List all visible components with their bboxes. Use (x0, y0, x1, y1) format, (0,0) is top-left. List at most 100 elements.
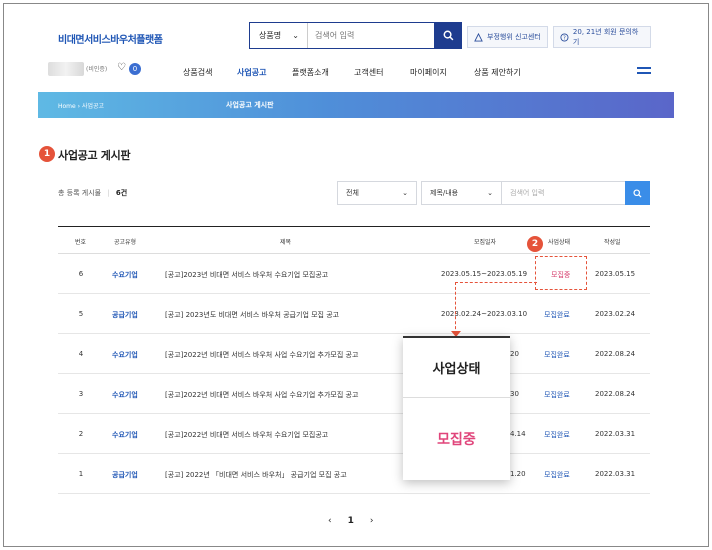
nav-item-platform-intro[interactable]: 플랫폼소개 (292, 67, 354, 78)
table-row[interactable]: 1 공급기업 [공고] 2022년 「비대면 서비스 바우처」 공급기업 모집 … (58, 454, 650, 494)
row-status: 모집완료 (544, 431, 570, 439)
row-type: 수요기업 (112, 431, 138, 439)
table-row[interactable]: 5 공급기업 [공고] 2023년도 비대면 서비스 바우처 공급기업 모집 공… (58, 294, 650, 334)
scope-select[interactable]: 전체 ⌄ (337, 181, 417, 205)
heart-icon[interactable]: ♡ (117, 62, 126, 73)
row-period: 30 (510, 390, 519, 398)
row-type: 공급기업 (112, 471, 138, 479)
row-title[interactable]: [공고]2022년 비대면 서비스 바우처 수요기업 모집공고 (165, 430, 328, 440)
row-number: 4 (78, 350, 84, 358)
row-number: 6 (78, 270, 84, 278)
row-status: 모집완료 (544, 311, 570, 319)
row-number: 1 (78, 470, 84, 478)
col-header-status: 사업상태 (548, 239, 571, 246)
row-period: 4.14 (510, 430, 526, 438)
zoom-callout: 사업상태 모집중 (403, 336, 510, 480)
report-center-label: 부정행위 신고센터 (487, 33, 541, 41)
row-date: 2022.03.31 (595, 430, 636, 438)
col-header-date: 작성일 (604, 239, 621, 246)
post-count-value: 6건 (115, 189, 128, 197)
col-header-type: 공고유형 (114, 239, 137, 246)
row-status: 모집완료 (544, 391, 570, 399)
user-name-blurred (48, 62, 84, 76)
search-button[interactable] (434, 22, 462, 49)
row-date: 2022.08.24 (595, 350, 636, 358)
col-header-period: 모집일자 (474, 239, 497, 246)
row-type: 수요기업 (112, 351, 138, 359)
row-period: 20 (510, 350, 519, 358)
row-number: 5 (78, 310, 84, 318)
search-input[interactable] (308, 23, 434, 48)
col-header-title: 제목 (280, 239, 292, 246)
next-page-icon[interactable]: › (370, 516, 374, 526)
nav-item-customer-center[interactable]: 고객센터 (354, 67, 410, 78)
search-category-label: 상품명 (259, 31, 282, 40)
nav-item-product-search[interactable]: 상품검색 (183, 67, 237, 78)
user-auth-status: (비인증) (86, 66, 108, 73)
search-icon (443, 30, 453, 41)
row-period: 2023.05.15~2023.05.19 (441, 270, 528, 278)
page-number-current[interactable]: 1 (348, 516, 354, 526)
row-date: 2022.03.31 (595, 470, 636, 478)
annotation-marker-1: 1 (39, 146, 55, 162)
nav-item-mypage[interactable]: 마이페이지 (410, 67, 474, 78)
search-bar: 상품명 ⌄ (249, 22, 462, 49)
svg-text:?: ? (563, 35, 566, 41)
row-period: 2023.02.24~2023.03.10 (441, 310, 528, 318)
zoom-callout-header: 사업상태 (403, 338, 510, 398)
chevron-down-icon: ⌄ (292, 31, 299, 40)
breadcrumb-home[interactable]: Home (58, 103, 76, 110)
row-number: 2 (78, 430, 84, 438)
row-number: 3 (78, 390, 84, 398)
post-count-label: 총 등록 게시물 (58, 189, 102, 197)
nav-item-suggest-product[interactable]: 상품 제안하기 (474, 67, 521, 78)
search-category-select[interactable]: 상품명 ⌄ (250, 23, 308, 48)
member-inquiry-label: 20, 21년 회원 문의하기 (572, 28, 639, 46)
table-row[interactable]: 2 수요기업 [공고]2022년 비대면 서비스 바우처 수요기업 모집공고 4… (58, 414, 650, 454)
nav-item-notices[interactable]: 사업공고 (237, 67, 292, 78)
post-count: 총 등록 게시물 | 6건 (58, 189, 128, 197)
member-inquiry-button[interactable]: ? 20, 21년 회원 문의하기 (553, 26, 651, 48)
row-status: 모집완료 (544, 471, 570, 479)
site-logo[interactable]: 비대면서비스바우처플랫폼 (58, 31, 163, 46)
notification-badge[interactable]: 0 (129, 63, 141, 75)
table-row[interactable]: 3 수요기업 [공고]2022년 비대면 서비스 바우처 사업 수요기업 추가모… (58, 374, 650, 414)
field-select[interactable]: 제목/내용 ⌄ (421, 181, 502, 205)
row-type: 공급기업 (112, 311, 138, 319)
prev-page-icon[interactable]: ‹ (328, 516, 332, 526)
annotation-connector-line (455, 282, 537, 283)
breadcrumb-banner (38, 92, 674, 118)
row-date: 2023.05.15 (595, 270, 636, 278)
row-title[interactable]: [공고]2023년 비대면 서비스 바우처 수요기업 모집공고 (165, 270, 328, 280)
report-center-button[interactable]: 부정행위 신고센터 (467, 26, 548, 48)
search-icon (633, 188, 642, 198)
breadcrumb: Home › 사업공고 (58, 101, 104, 110)
table-row[interactable]: 4 수요기업 [공고]2022년 비대면 서비스 바우처 사업 수요기업 추가모… (58, 334, 650, 374)
row-date: 2023.02.24 (595, 310, 636, 318)
annotation-connector-line (455, 282, 456, 334)
question-icon: ? (560, 32, 569, 41)
row-status-recruiting: 모집중 (551, 271, 571, 279)
row-title[interactable]: [공고] 2023년도 비대면 서비스 바우처 공급기업 모집 공고 (165, 310, 339, 320)
filter-search-input[interactable]: 검색어 입력 (502, 181, 626, 205)
row-title[interactable]: [공고] 2022년 「비대면 서비스 바우처」 공급기업 모집 공고 (165, 470, 347, 480)
chevron-down-icon: ⌄ (402, 189, 408, 197)
alert-icon (474, 32, 483, 42)
row-status: 모집완료 (544, 351, 570, 359)
zoom-callout-value: 모집중 (437, 432, 476, 448)
banner-title: 사업공고 게시판 (226, 101, 274, 109)
row-date: 2022.08.24 (595, 390, 636, 398)
chevron-down-icon: ⌄ (487, 189, 493, 197)
field-select-value: 제목/내용 (430, 189, 459, 197)
annotation-marker-2: 2 (527, 236, 543, 252)
pagination: ‹ 1 › (328, 516, 373, 526)
row-title[interactable]: [공고]2022년 비대면 서비스 바우처 사업 수요기업 추가모집 공고 (165, 390, 358, 400)
breadcrumb-current: 사업공고 (81, 103, 105, 110)
filter-search-button[interactable] (625, 181, 650, 205)
main-nav: 상품검색 사업공고 플랫폼소개 고객센터 마이페이지 상품 제안하기 (183, 67, 521, 78)
row-period: 1.20 (510, 470, 526, 478)
menu-icon[interactable] (637, 67, 651, 77)
row-type: 수요기업 (112, 271, 138, 279)
scope-select-value: 전체 (346, 189, 359, 197)
row-title[interactable]: [공고]2022년 비대면 서비스 바우처 사업 수요기업 추가모집 공고 (165, 350, 358, 360)
